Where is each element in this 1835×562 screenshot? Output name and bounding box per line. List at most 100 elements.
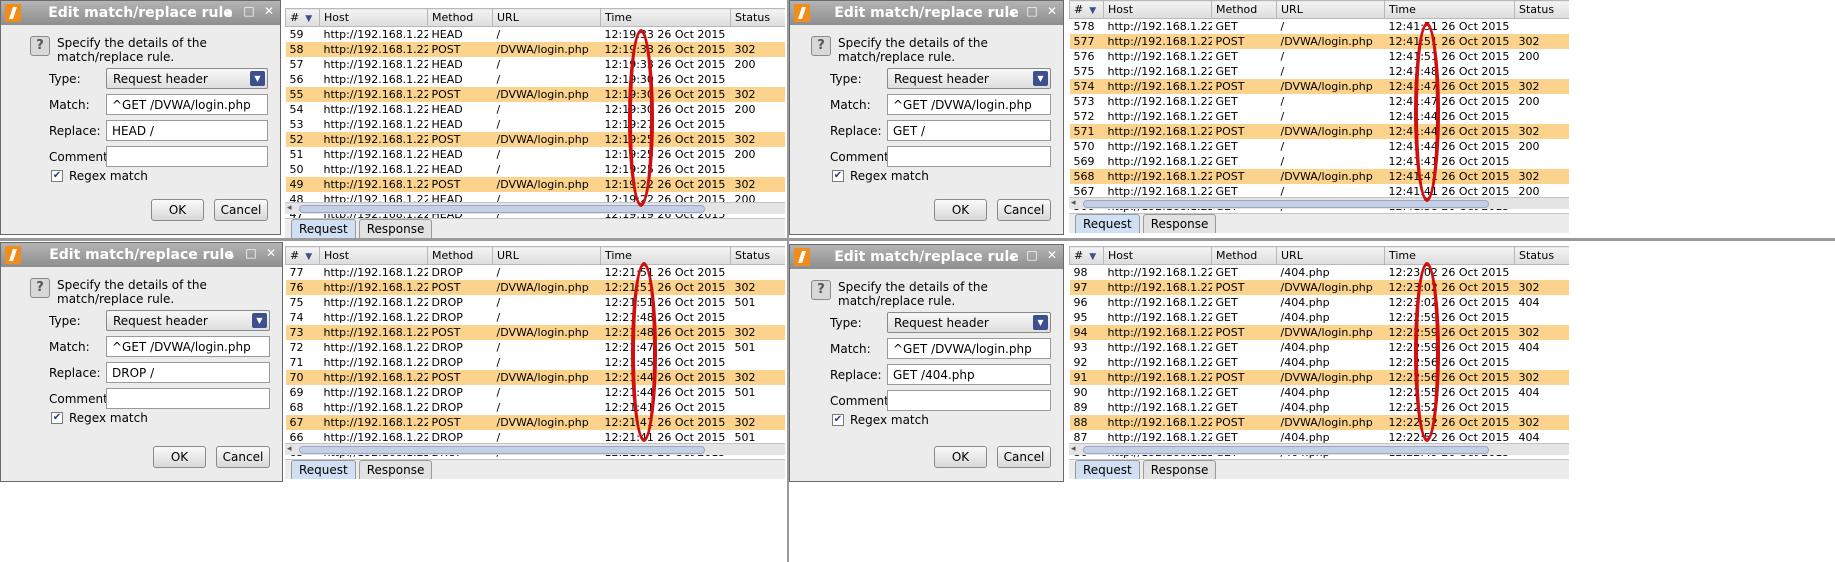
- table-row[interactable]: 74 http://192.168.1.22 DROP / 12:21:48 26 Oc…: [286, 310, 786, 325]
- column-header[interactable]: Host: [1103, 246, 1212, 265]
- tab-request[interactable]: Request: [291, 460, 356, 479]
- column-header[interactable]: Method: [1211, 0, 1277, 19]
- table-row[interactable]: 75 http://192.168.1.22 DROP / 12:21:51 26 Oc…: [286, 295, 786, 310]
- scrollbar-thumb[interactable]: [299, 446, 705, 454]
- table-row[interactable]: 59 http://192.168.1.22 HEAD / 12:19:33 26 Oc…: [286, 27, 786, 42]
- regex-checkbox[interactable]: ✔ Regex match: [51, 411, 148, 425]
- ok-button[interactable]: OK: [151, 199, 204, 221]
- column-header[interactable]: URL: [492, 8, 601, 27]
- column-header[interactable]: Status: [1514, 246, 1569, 265]
- scroll-left-icon[interactable]: ◂: [287, 203, 292, 213]
- replace-field[interactable]: GET /: [887, 120, 1051, 141]
- table-row[interactable]: 49 http://192.168.1.22 POST/DVWA/login.php…: [285, 176, 785, 192]
- close-icon[interactable]: ✕: [1045, 248, 1059, 262]
- table-row[interactable]: 93 http://192.168.1.22 GET/404.php 12:22:59…: [1070, 340, 1570, 355]
- table-row[interactable]: 53 http://192.168.1.22 HEAD / 12:19:27 26 Oc…: [286, 117, 786, 132]
- column-header[interactable]: Method: [427, 246, 493, 265]
- table-row[interactable]: 77 http://192.168.1.22 DROP / 12:21:51 26 Oc…: [286, 265, 786, 280]
- cancel-button[interactable]: Cancel: [216, 446, 270, 468]
- table-row[interactable]: 71 http://192.168.1.22 DROP / 12:21:45 26 Oc…: [286, 355, 786, 370]
- dialog-titlebar[interactable]: Edit match/replace rule ▴ □ ✕: [790, 1, 1063, 25]
- minimize-icon[interactable]: ▴: [224, 246, 238, 260]
- horizontal-scrollbar[interactable]: ◂: [1069, 197, 1569, 209]
- table-row[interactable]: 55 http://192.168.1.22 POST/DVWA/login.php…: [285, 86, 785, 102]
- table-row[interactable]: 92 http://192.168.1.22 GET/404.php 12:22:56…: [1070, 355, 1570, 370]
- column-header[interactable]: Host: [319, 246, 428, 265]
- table-row[interactable]: 89 http://192.168.1.22 GET/404.php 12:22:52…: [1070, 400, 1570, 415]
- table-row[interactable]: 576 http://192.168.1.22 GET / 12:41:51 26 Oc…: [1070, 49, 1570, 64]
- cancel-button[interactable]: Cancel: [997, 199, 1051, 221]
- column-header[interactable]: Time: [1384, 0, 1515, 19]
- tab-request[interactable]: Request: [291, 219, 356, 238]
- table-row[interactable]: 52 http://192.168.1.22 POST/DVWA/login.php…: [285, 131, 785, 147]
- table-row[interactable]: 572 http://192.168.1.22 GET / 12:41:44 26 Oc…: [1070, 109, 1570, 124]
- table-row[interactable]: 575 http://192.168.1.22 GET / 12:41:48 26 Oc…: [1070, 64, 1570, 79]
- column-header[interactable]: Time: [600, 8, 731, 27]
- match-field[interactable]: ^GET /DVWA/login.php: [887, 94, 1051, 115]
- table-row[interactable]: 73 http://192.168.1.22 POST/DVWA/login.php…: [285, 324, 785, 340]
- dialog-titlebar[interactable]: Edit match/replace rule ▴ □ ✕: [1, 243, 282, 267]
- replace-field[interactable]: HEAD /: [106, 120, 268, 141]
- replace-field[interactable]: GET /404.php: [887, 364, 1051, 385]
- match-field[interactable]: ^GET /DVWA/login.php: [887, 338, 1051, 359]
- column-header[interactable]: # ▼: [1069, 0, 1104, 19]
- table-row[interactable]: 569 http://192.168.1.22 GET / 12:41:41 26 Oc…: [1070, 154, 1570, 169]
- column-header[interactable]: Host: [1103, 0, 1212, 19]
- type-select[interactable]: Request header ▼: [887, 68, 1051, 89]
- comment-field[interactable]: [106, 146, 268, 167]
- table-row[interactable]: 56 http://192.168.1.22 HEAD / 12:19:30 26 Oc…: [286, 72, 786, 87]
- scroll-left-icon[interactable]: ◂: [1071, 444, 1076, 454]
- column-header[interactable]: Time: [1384, 246, 1515, 265]
- table-row[interactable]: 72 http://192.168.1.22 DROP / 12:21:47 26 Oc…: [286, 340, 786, 355]
- table-row[interactable]: 54 http://192.168.1.22 HEAD / 12:19:30 26 Oc…: [286, 102, 786, 117]
- maximize-icon[interactable]: □: [242, 4, 256, 18]
- column-header[interactable]: URL: [492, 246, 601, 265]
- scroll-left-icon[interactable]: ◂: [287, 444, 292, 454]
- minimize-icon[interactable]: ▴: [222, 4, 236, 18]
- ok-button[interactable]: OK: [153, 446, 206, 468]
- tab-response[interactable]: Response: [358, 219, 433, 238]
- tab-request[interactable]: Request: [1075, 460, 1140, 479]
- comment-field[interactable]: [887, 146, 1051, 167]
- table-row[interactable]: 96 http://192.168.1.22 GET/404.php 12:23:02…: [1070, 295, 1570, 310]
- table-row[interactable]: 76 http://192.168.1.22 POST/DVWA/login.php…: [285, 279, 785, 295]
- horizontal-scrollbar[interactable]: ◂: [285, 202, 785, 214]
- column-header[interactable]: # ▼: [285, 246, 320, 265]
- dialog-titlebar[interactable]: Edit match/replace rule ▴ □ ✕: [1, 1, 280, 25]
- table-row[interactable]: 91 http://192.168.1.22 POST/DVWA/login.php…: [1069, 369, 1569, 385]
- column-header[interactable]: Time: [600, 246, 731, 265]
- column-header[interactable]: Status: [730, 246, 785, 265]
- match-field[interactable]: ^GET /DVWA/login.php: [106, 336, 270, 357]
- close-icon[interactable]: ✕: [262, 4, 276, 18]
- table-row[interactable]: 573 http://192.168.1.22 GET / 12:41:47 26 Oc…: [1070, 94, 1570, 109]
- table-row[interactable]: 94 http://192.168.1.22 POST/DVWA/login.php…: [1069, 324, 1569, 340]
- regex-checkbox[interactable]: ✔ Regex match: [51, 169, 148, 183]
- table-row[interactable]: 571 http://192.168.1.22 POST/DVWA/login.ph…: [1069, 123, 1569, 139]
- cancel-button[interactable]: Cancel: [214, 199, 268, 221]
- table-row[interactable]: 90 http://192.168.1.22 GET/404.php 12:22:55…: [1070, 385, 1570, 400]
- replace-field[interactable]: DROP /: [106, 362, 270, 383]
- table-row[interactable]: 50 http://192.168.1.22 HEAD / 12:19:25 26 Oc…: [286, 162, 786, 177]
- column-header[interactable]: Status: [730, 8, 785, 27]
- column-header[interactable]: URL: [1276, 246, 1385, 265]
- table-row[interactable]: 578 http://192.168.1.22 GET / 12:41:51 26 Oc…: [1070, 19, 1570, 34]
- comment-field[interactable]: [887, 390, 1051, 411]
- table-row[interactable]: 58 http://192.168.1.22 POST/DVWA/login.php…: [285, 41, 785, 57]
- scrollbar-thumb[interactable]: [299, 205, 705, 213]
- table-row[interactable]: 69 http://192.168.1.22 DROP / 12:21:44 26 Oc…: [286, 385, 786, 400]
- table-row[interactable]: 95 http://192.168.1.22 GET/404.php 12:22:59…: [1070, 310, 1570, 325]
- scroll-left-icon[interactable]: ◂: [1071, 198, 1076, 208]
- close-icon[interactable]: ✕: [264, 246, 278, 260]
- column-header[interactable]: Method: [1211, 246, 1277, 265]
- tab-response[interactable]: Response: [1142, 214, 1217, 233]
- table-row[interactable]: 97 http://192.168.1.22 POST/DVWA/login.php…: [1069, 279, 1569, 295]
- table-row[interactable]: 570 http://192.168.1.22 GET / 12:41:44 26 Oc…: [1070, 139, 1570, 154]
- tab-response[interactable]: Response: [358, 460, 433, 479]
- column-header[interactable]: # ▼: [1069, 246, 1104, 265]
- scrollbar-thumb[interactable]: [1083, 446, 1489, 454]
- maximize-icon[interactable]: □: [244, 246, 258, 260]
- close-icon[interactable]: ✕: [1045, 4, 1059, 18]
- type-select[interactable]: Request header ▼: [106, 68, 268, 89]
- match-field[interactable]: ^GET /DVWA/login.php: [106, 94, 268, 115]
- table-row[interactable]: 574 http://192.168.1.22 POST/DVWA/login.ph…: [1069, 78, 1569, 94]
